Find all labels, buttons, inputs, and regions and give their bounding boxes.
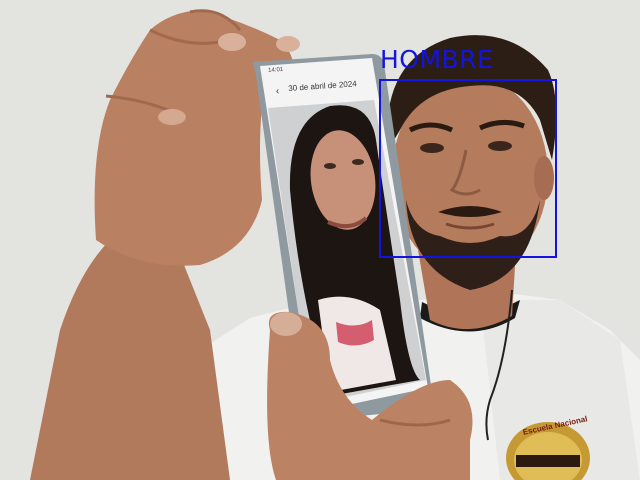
face-detection-box (379, 79, 557, 258)
face-detection-label: HOMBRE (380, 45, 494, 74)
phone-status-time: 14:01 (268, 66, 284, 74)
arrow-left-icon: ‹ (275, 85, 280, 98)
